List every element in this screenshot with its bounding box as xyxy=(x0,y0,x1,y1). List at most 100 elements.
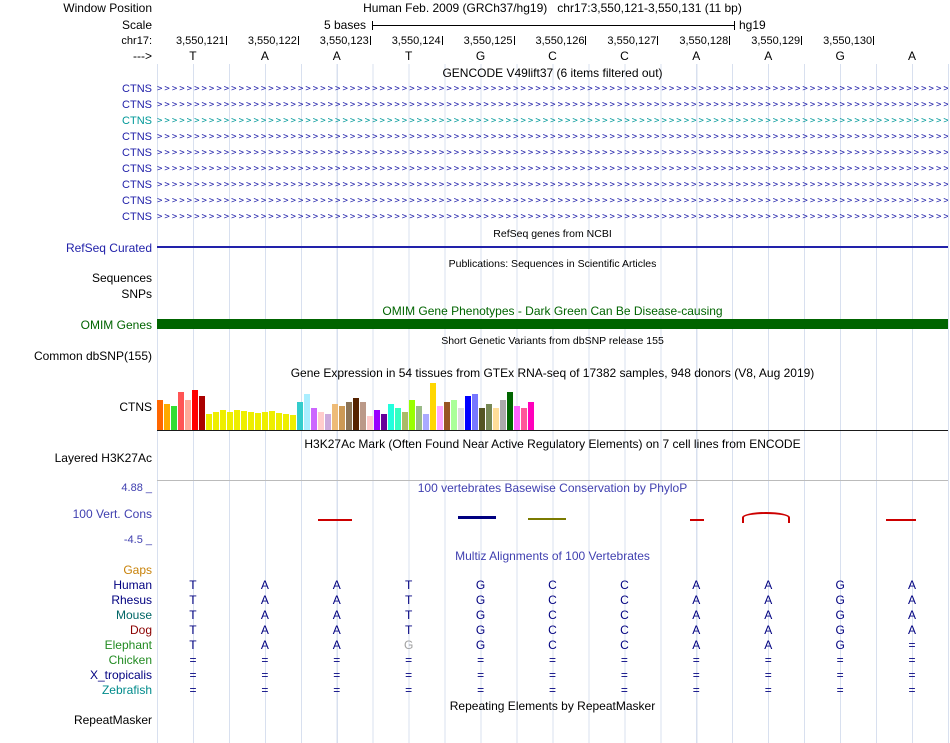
species-label[interactable]: Zebrafish xyxy=(0,683,152,698)
reference-base: A xyxy=(692,49,701,63)
alignment-base: A xyxy=(332,638,341,652)
gtex-tissue-bar xyxy=(444,402,450,430)
coordinate-tick xyxy=(657,36,659,45)
alignment-base: T xyxy=(405,623,413,637)
omim-genes-label[interactable]: OMIM Genes xyxy=(0,318,152,333)
omim-track-title: OMIM Gene Phenotypes - Dark Green Can Be… xyxy=(382,304,723,318)
gene-label[interactable]: CTNS xyxy=(0,193,152,209)
h3k27ac-track-title: H3K27Ac Mark (Often Found Near Active Re… xyxy=(304,437,801,451)
phylop-min-label: -4.5 _ xyxy=(123,534,152,546)
gtex-tissue-bar xyxy=(346,402,352,430)
gtex-tissue-bar xyxy=(451,400,457,430)
publications-track-title: Publications: Sequences in Scientific Ar… xyxy=(448,258,657,270)
gene-label[interactable]: CTNS xyxy=(0,209,152,225)
species-label[interactable]: X_tropicalis xyxy=(0,668,152,683)
species-label[interactable]: Chicken xyxy=(0,653,152,668)
dbsnp-label[interactable]: Common dbSNP(155) xyxy=(0,349,152,364)
snps-label[interactable]: SNPs xyxy=(0,287,152,302)
scale-bar xyxy=(372,21,735,30)
species-label[interactable]: Elephant xyxy=(0,638,152,653)
gtex-tissue-bar xyxy=(360,402,366,430)
gtex-tissue-bar xyxy=(374,410,380,430)
gene-label[interactable]: CTNS xyxy=(0,161,152,177)
gtex-tissue-bar xyxy=(304,394,310,430)
gtex-tissue-bar xyxy=(311,408,317,430)
alignment-base: G xyxy=(835,623,845,637)
gtex-tissue-bar xyxy=(255,413,261,430)
alignment-base: A xyxy=(260,623,269,637)
gene-row-ctns[interactable]: CTNS >>>>>>>>>>>>>>>>>>>>>>>>>>>>>>>>>>>>… xyxy=(0,193,950,209)
alignment-base: A xyxy=(908,623,917,637)
gene-row-ctns[interactable]: CTNS >>>>>>>>>>>>>>>>>>>>>>>>>>>>>>>>>>>>… xyxy=(0,161,950,177)
gaps-label[interactable]: Gaps xyxy=(0,563,152,578)
gtex-tissue-bar xyxy=(178,392,184,430)
alignment-row-mouse[interactable]: Mouse T A A T G C C A A G A xyxy=(0,608,950,623)
gene-row-ctns[interactable]: CTNS >>>>>>>>>>>>>>>>>>>>>>>>>>>>>>>>>>>>… xyxy=(0,209,950,225)
gene-row-ctns[interactable]: CTNS >>>>>>>>>>>>>>>>>>>>>>>>>>>>>>>>>>>>… xyxy=(0,177,950,193)
repeatmasker-label[interactable]: RepeatMasker xyxy=(0,713,152,728)
gene-label[interactable]: CTNS xyxy=(0,113,152,129)
alignment-base: C xyxy=(620,638,629,652)
gtex-tissue-bar xyxy=(493,408,499,430)
gene-row-ctns[interactable]: CTNS >>>>>>>>>>>>>>>>>>>>>>>>>>>>>>>>>>>>… xyxy=(0,97,950,113)
gene-label[interactable]: CTNS xyxy=(0,177,152,193)
coordinate-tick xyxy=(801,36,803,45)
alignment-row-human[interactable]: Human T A A T G C C A A G A xyxy=(0,578,950,593)
gene-row-ctns[interactable]: CTNS >>>>>>>>>>>>>>>>>>>>>>>>>>>>>>>>>>>>… xyxy=(0,81,950,97)
alignment-base: G xyxy=(835,608,845,622)
gtex-expression-chart[interactable] xyxy=(157,382,948,430)
refseq-curated-label[interactable]: RefSeq Curated xyxy=(0,241,152,256)
gtex-tissue-bar xyxy=(283,414,289,430)
scale-value: 5 bases xyxy=(323,18,366,32)
gene-intron-arrows: >>>>>>>>>>>>>>>>>>>>>>>>>>>>>>>>>>>>>>>>… xyxy=(157,116,948,126)
assembly-short: hg19 xyxy=(739,18,766,32)
refseq-gene-line[interactable] xyxy=(157,246,948,248)
multiz-alignment-rows[interactable]: Human T A A T G C C A A G A Rhesus T A A T G C C A A G A Mouse T A… xyxy=(0,578,950,698)
alignment-row-zebrafish[interactable]: Zebrafish = = = = = = = = = = = xyxy=(0,683,950,698)
alignment-base: = xyxy=(261,668,269,682)
gencode-gene-rows[interactable]: CTNS >>>>>>>>>>>>>>>>>>>>>>>>>>>>>>>>>>>>… xyxy=(0,81,950,226)
species-label[interactable]: Human xyxy=(0,578,152,593)
dbsnp-track-title: Short Genetic Variants from dbSNP releas… xyxy=(441,335,664,347)
alignment-base: = xyxy=(548,668,556,682)
omim-gene-bar[interactable] xyxy=(157,319,948,329)
gene-label[interactable]: CTNS xyxy=(0,129,152,145)
gtex-tissue-bar xyxy=(416,406,422,430)
gtex-tissue-bar xyxy=(395,408,401,430)
phylop-track-label[interactable]: 100 Vert. Cons xyxy=(0,507,152,522)
species-label[interactable]: Dog xyxy=(0,623,152,638)
gtex-gene-label[interactable]: CTNS xyxy=(0,400,152,415)
reference-base: A xyxy=(260,49,269,63)
sequences-label[interactable]: Sequences xyxy=(0,271,152,286)
alignment-base: = xyxy=(261,683,269,697)
alignment-row-rhesus[interactable]: Rhesus T A A T G C C A A G A xyxy=(0,593,950,608)
species-label[interactable]: Rhesus xyxy=(0,593,152,608)
alignment-base: C xyxy=(620,623,629,637)
gene-label[interactable]: CTNS xyxy=(0,145,152,161)
gene-label[interactable]: CTNS xyxy=(0,97,152,113)
conservation-wiggle[interactable] xyxy=(157,500,948,533)
alignment-base: A xyxy=(764,608,773,622)
h3k27ac-label[interactable]: Layered H3K27Ac xyxy=(0,451,152,466)
gene-row-ctns[interactable]: CTNS >>>>>>>>>>>>>>>>>>>>>>>>>>>>>>>>>>>>… xyxy=(0,113,950,129)
reference-base: C xyxy=(548,49,557,63)
gene-row-ctns[interactable]: CTNS >>>>>>>>>>>>>>>>>>>>>>>>>>>>>>>>>>>>… xyxy=(0,129,950,145)
alignment-base: G xyxy=(835,578,845,592)
gene-row-ctns[interactable]: CTNS >>>>>>>>>>>>>>>>>>>>>>>>>>>>>>>>>>>>… xyxy=(0,145,950,161)
alignment-base: G xyxy=(835,593,845,607)
alignment-row-elephant[interactable]: Elephant T A A G G C C A A G = xyxy=(0,638,950,653)
phylop-max-label: 4.88 _ xyxy=(121,482,152,494)
alignment-row-chicken[interactable]: Chicken = = = = = = = = = = = xyxy=(0,653,950,668)
alignment-base: = xyxy=(908,683,916,697)
multiz-track-title: Multiz Alignments of 100 Vertebrates xyxy=(455,549,650,563)
gtex-title-row: Gene Expression in 54 tissues from GTEx … xyxy=(0,366,950,381)
gtex-tissue-bar xyxy=(199,396,205,430)
alignment-base: = xyxy=(836,653,844,667)
alignment-row-x_tropicalis[interactable]: X_tropicalis = = = = = = = = = = = xyxy=(0,668,950,683)
gene-label[interactable]: CTNS xyxy=(0,81,152,97)
gtex-tissue-bar xyxy=(430,383,436,430)
alignment-row-dog[interactable]: Dog T A A T G C C A A G A xyxy=(0,623,950,638)
gtex-tissue-bar xyxy=(367,416,373,430)
species-label[interactable]: Mouse xyxy=(0,608,152,623)
coordinate-label: 3,550,121 xyxy=(175,35,227,47)
